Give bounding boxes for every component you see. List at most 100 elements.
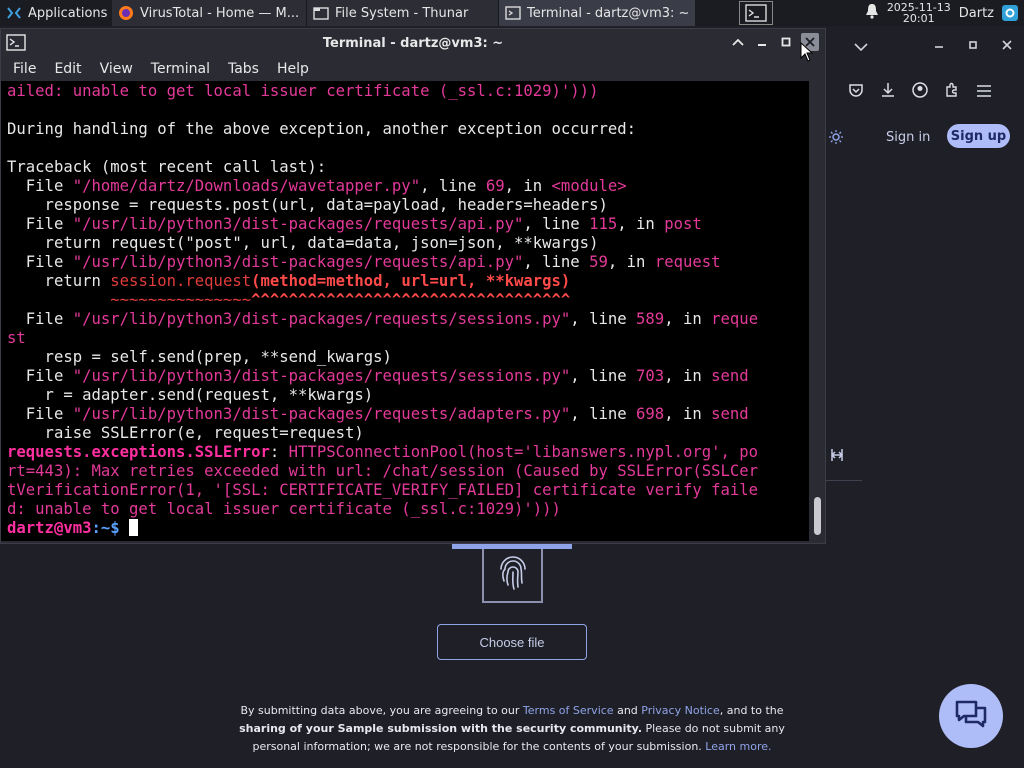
taskbar-label: VirusTotal - Home — M... [140, 5, 300, 21]
download-icon[interactable] [880, 82, 896, 102]
scrollbar-thumb[interactable] [814, 497, 821, 535]
menu-file[interactable]: File [13, 61, 36, 77]
terminal-menubar: File Edit View Terminal Tabs Help [1, 57, 825, 81]
terminal-segment: tVerificationError(1, '[SSL: CERTIFICATE… [7, 481, 759, 499]
terminal-line: ailed: unable to get local issuer certif… [7, 82, 809, 101]
terminal-line: During handling of the above exception, … [7, 120, 809, 139]
minimize-icon[interactable] [934, 38, 944, 54]
terminal-segment: , in [664, 367, 712, 385]
terminal-segment: File [7, 253, 73, 271]
sign-in-link[interactable]: Sign in [886, 130, 930, 145]
taskbar-item-terminal[interactable]: Terminal - dartz@vm3: ~ [499, 0, 695, 26]
terminal-segment: <module> [551, 177, 627, 195]
minimize-icon[interactable] [753, 33, 771, 51]
user-menu[interactable]: Dartz [959, 6, 994, 21]
terminal-segment: , line [570, 405, 637, 423]
taskbar-label: Terminal - dartz@vm3: ~ [527, 5, 690, 21]
compare-icon[interactable] [828, 447, 846, 467]
close-icon[interactable] [1002, 38, 1012, 54]
menu-view[interactable]: View [100, 61, 133, 77]
terminal-segment: 115 [589, 215, 618, 233]
pocket-icon[interactable] [848, 82, 864, 102]
terminal-segment: File [7, 177, 73, 195]
taskbar-item-thunar[interactable]: File System - Thunar [307, 0, 499, 26]
terminal-line: return session.request(method=method, ur… [7, 272, 809, 291]
legal-bold-text: sharing of your Sample submission with t… [239, 722, 642, 735]
menu-terminal[interactable]: Terminal [151, 61, 210, 77]
terminal-line: resp = self.send(prep, **send_kwargs) [7, 348, 809, 367]
menu-tabs[interactable]: Tabs [228, 61, 259, 77]
terminal-segment: : [269, 443, 289, 461]
terminal-segment: st [7, 329, 26, 347]
terminal-segment: ~~~~~~~~~~~~~~~ [7, 291, 252, 309]
choose-file-button[interactable]: Choose file [437, 624, 587, 660]
notification-bell-icon[interactable] [865, 3, 879, 23]
terminal-line: File "/usr/lib/python3/dist-packages/req… [7, 215, 809, 234]
terminal-segment: d: unable to get local issuer certificat… [7, 500, 561, 518]
prompt-user: dartz@vm3 [7, 519, 92, 537]
window-title: Terminal - dartz@vm3: ~ [322, 36, 504, 51]
terminal-segment: File [7, 215, 73, 233]
chevron-down-icon[interactable] [854, 40, 868, 56]
terminal-segment: 703 [636, 367, 665, 385]
terminal-output[interactable]: ailed: unable to get local issuer certif… [1, 81, 809, 541]
terminal-titlebar[interactable]: Terminal - dartz@vm3: ~ [1, 29, 825, 57]
chevron-up-icon[interactable] [729, 33, 747, 51]
terms-of-service-link[interactable]: Terms of Service [523, 704, 614, 717]
theme-sun-icon[interactable] [828, 129, 844, 149]
terminal-window: Terminal - dartz@vm3: ~ File Edit View T… [0, 28, 826, 544]
sign-up-button[interactable]: Sign up [947, 124, 1010, 148]
legal-text: , and to the [719, 704, 784, 717]
terminal-segment: return request("post", url, data=data, j… [7, 234, 599, 252]
terminal-segment: "/home/dartz/Downloads/wavetapper.py" [72, 177, 421, 195]
terminal-line: File "/home/dartz/Downloads/wavetapper.p… [7, 177, 809, 196]
terminal-segment: , in [664, 405, 712, 423]
applications-menu[interactable]: Applications [0, 0, 112, 26]
extensions-icon[interactable] [944, 82, 960, 102]
divider [826, 480, 862, 481]
terminal-segment: ^^^^^^^^^^^^^^^^^^^^^^^^^^^^^^^^^^ [251, 291, 571, 309]
terminal-line: File "/usr/lib/python3/dist-packages/req… [7, 310, 809, 329]
terminal-text: ailed: unable to get local issuer certif… [1, 81, 809, 538]
chat-bubbles-icon [954, 699, 988, 733]
terminal-line: st [7, 329, 809, 348]
terminal-line: requests.exceptions.SSLError: HTTPSConne… [7, 443, 809, 462]
maximize-icon[interactable] [968, 38, 978, 54]
settings-gear-icon[interactable] [1002, 5, 1018, 21]
terminal-segment: 69 [485, 177, 505, 195]
terminal-segment: response = requests.post(url, data=paylo… [7, 196, 608, 214]
privacy-notice-link[interactable]: Privacy Notice [641, 704, 719, 717]
terminal-segment: File [7, 310, 73, 328]
taskbar-item-virustotal[interactable]: VirusTotal - Home — M... [112, 0, 307, 26]
terminal-scrollbar[interactable] [811, 81, 825, 541]
terminal-segment: request [654, 253, 721, 271]
taskbar-label: File System - Thunar [335, 5, 469, 21]
panel-clock[interactable]: 2025-11-13 20:01 [887, 2, 951, 24]
legal-text: By submitting data above, you are agreei… [240, 704, 523, 717]
terminal-segment: send [711, 405, 749, 423]
terminal-segment: , line [420, 177, 486, 195]
learn-more-link[interactable]: Learn more. [705, 740, 771, 753]
upload-drop-zone[interactable] [482, 549, 543, 603]
chat-button[interactable] [939, 684, 1003, 748]
terminal-segment: , in [607, 253, 655, 271]
terminal-prompt[interactable]: dartz@vm3:~$ [7, 519, 809, 538]
menu-edit[interactable]: Edit [54, 61, 81, 77]
hamburger-menu-icon[interactable] [976, 83, 992, 102]
legal-text: and [613, 704, 642, 717]
terminal-segment: session.request [110, 272, 252, 290]
terminal-segment: resp = self.send(prep, **send_kwargs) [7, 348, 392, 366]
terminal-segment: "/usr/lib/python3/dist-packages/requests… [72, 215, 524, 233]
text-cursor [129, 519, 139, 536]
terminal-line: response = requests.post(url, data=paylo… [7, 196, 809, 215]
terminal-line: d: unable to get local issuer certificat… [7, 500, 809, 519]
menu-help[interactable]: Help [277, 61, 309, 77]
terminal-line: raise SSLError(e, request=request) [7, 424, 809, 443]
account-icon[interactable] [912, 82, 928, 102]
terminal-launcher-icon[interactable] [739, 1, 773, 25]
terminal-segment: Traceback (most recent call last): [7, 158, 327, 176]
terminal-line: rt=443): Max retries exceeded with url: … [7, 462, 809, 481]
terminal-line: r = adapter.send(request, **kwargs) [7, 386, 809, 405]
maximize-icon[interactable] [777, 33, 795, 51]
